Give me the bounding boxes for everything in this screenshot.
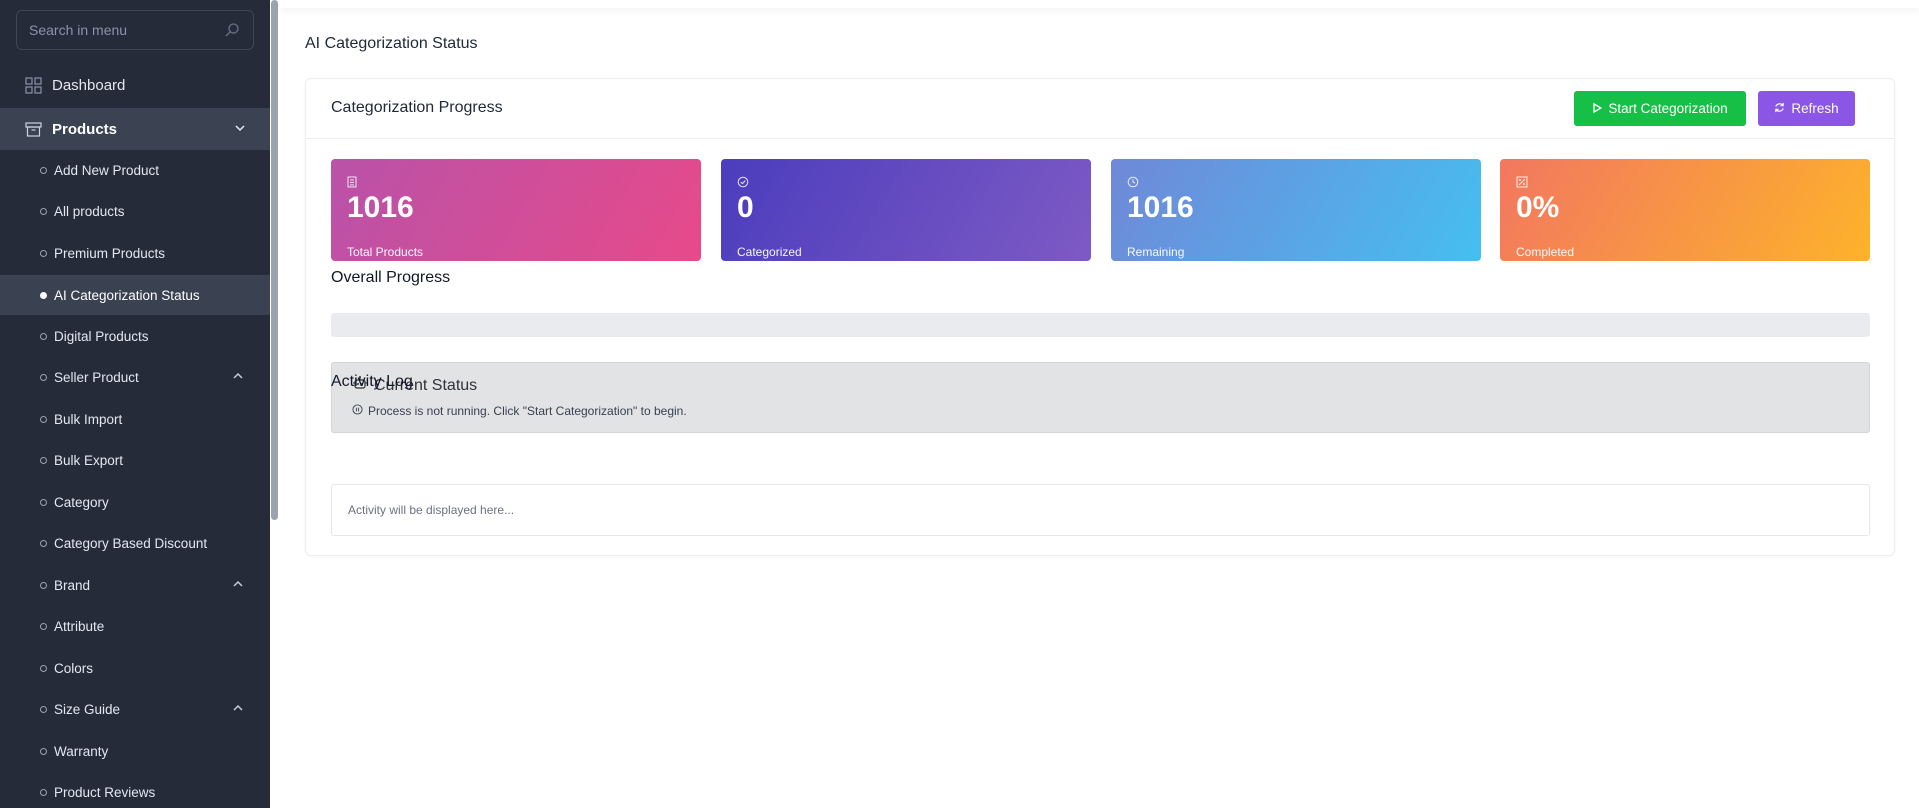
clock-icon	[1127, 175, 1139, 188]
sidebar-item-label: Category Based Discount	[54, 535, 208, 551]
sidebar-item-label: Products	[52, 120, 118, 138]
card-title: Categorization Progress	[331, 99, 503, 116]
categorization-card: Categorization Progress Start Categoriza…	[305, 78, 1895, 556]
top-bar	[280, 0, 1919, 8]
dashboard-grid-icon	[24, 76, 42, 94]
stat-card-remaining: 1016 Remaining	[1111, 159, 1481, 261]
bullet-icon	[40, 581, 47, 589]
sidebar-item-product-reviews[interactable]: Product Reviews	[0, 772, 270, 808]
sidebar: Dashboard Products Add New Product All p…	[0, 0, 270, 808]
sidebar-item-dashboard[interactable]: Dashboard	[0, 64, 270, 106]
percent-icon	[1516, 175, 1528, 188]
chevron-up-icon	[232, 578, 244, 593]
sidebar-item-label: All products	[54, 203, 125, 219]
stat-label: Remaining	[1127, 245, 1185, 259]
sidebar-item-label: Add New Product	[54, 162, 160, 178]
check-circle-icon	[737, 175, 749, 188]
bullet-icon	[40, 291, 47, 299]
status-message-row: Process is not running. Click "Start Cat…	[352, 404, 687, 418]
stat-value: 0%	[1516, 191, 1560, 224]
overall-progress-title: Overall Progress	[331, 269, 451, 286]
sidebar-item-size-guide[interactable]: Size Guide	[0, 689, 270, 729]
bullet-icon	[40, 539, 47, 547]
bullet-icon	[40, 788, 47, 796]
sidebar-item-add-new-product[interactable]: Add New Product	[0, 150, 270, 190]
activity-log-title: Activity Log	[331, 373, 413, 390]
sidebar-item-label: Bulk Export	[54, 452, 124, 468]
sidebar-item-label: Brand	[54, 577, 91, 593]
chevron-up-icon	[232, 702, 244, 717]
bullet-icon	[40, 705, 47, 713]
bullet-icon	[40, 249, 47, 257]
sidebar-item-label: Premium Products	[54, 245, 166, 261]
sidebar-item-label: Digital Products	[54, 328, 149, 344]
bullet-icon	[40, 207, 47, 215]
button-label: Start Categorization	[1608, 101, 1728, 116]
sidebar-item-label: Category	[54, 494, 109, 510]
play-icon	[1592, 101, 1603, 116]
sidebar-item-digital-products[interactable]: Digital Products	[0, 316, 270, 356]
stat-label: Completed	[1516, 245, 1575, 259]
bullet-icon	[40, 332, 47, 340]
sidebar-item-ai-categorization-status[interactable]: AI Categorization Status	[0, 275, 270, 315]
sidebar-item-all-products[interactable]: All products	[0, 191, 270, 231]
pause-circle-icon	[352, 404, 363, 418]
card-header: Categorization Progress Start Categoriza…	[306, 79, 1894, 139]
bullet-icon	[40, 415, 47, 423]
chevron-up-icon	[232, 370, 244, 385]
sidebar-item-label: Product Reviews	[54, 784, 156, 800]
stat-value: 0	[737, 191, 754, 224]
stat-value: 1016	[1127, 191, 1194, 224]
bullet-icon	[40, 622, 47, 630]
sidebar-item-label: Seller Product	[54, 369, 139, 385]
sidebar-item-category[interactable]: Category	[0, 482, 270, 522]
stat-label: Total Products	[347, 245, 424, 259]
sidebar-item-products[interactable]: Products	[0, 108, 270, 150]
sidebar-scrollbar[interactable]	[271, 0, 278, 520]
sidebar-item-colors[interactable]: Colors	[0, 648, 270, 688]
refresh-button[interactable]: Refresh	[1758, 91, 1855, 126]
list-icon	[347, 175, 359, 188]
sidebar-item-label: Warranty	[54, 743, 109, 759]
sidebar-item-premium-products[interactable]: Premium Products	[0, 233, 270, 273]
sidebar-item-bulk-export[interactable]: Bulk Export	[0, 440, 270, 480]
stat-card-categorized: 0 Categorized	[721, 159, 1091, 261]
bullet-icon	[40, 498, 47, 506]
chevron-down-icon	[234, 121, 246, 138]
bullet-icon	[40, 373, 47, 381]
sidebar-item-label: Size Guide	[54, 701, 121, 717]
sidebar-item-category-based-discount[interactable]: Category Based Discount	[0, 523, 270, 563]
sidebar-item-seller-product[interactable]: Seller Product	[0, 357, 270, 397]
bullet-icon	[40, 456, 47, 464]
refresh-icon	[1774, 101, 1785, 116]
sidebar-item-brand[interactable]: Brand	[0, 565, 270, 605]
bullet-icon	[40, 166, 47, 174]
bullet-icon	[40, 664, 47, 672]
sidebar-item-label: Dashboard	[52, 76, 126, 94]
stat-value: 1016	[347, 191, 414, 224]
button-label: Refresh	[1791, 101, 1839, 116]
status-message: Process is not running. Click "Start Cat…	[368, 404, 687, 418]
page-title: AI Categorization Status	[305, 35, 478, 52]
activity-log-box[interactable]: Activity will be displayed here...	[331, 484, 1870, 536]
sidebar-item-label: AI Categorization Status	[54, 287, 200, 303]
overall-progress-bar	[331, 313, 1870, 337]
box-icon	[24, 120, 42, 138]
stat-label: Categorized	[737, 245, 802, 259]
search-icon[interactable]	[223, 21, 241, 39]
start-categorization-button[interactable]: Start Categorization	[1574, 91, 1746, 126]
stat-card-total-products: 1016 Total Products	[331, 159, 701, 261]
sidebar-item-label: Colors	[54, 660, 94, 676]
sidebar-item-warranty[interactable]: Warranty	[0, 731, 270, 771]
search-input[interactable]	[29, 22, 223, 38]
sidebar-item-label: Attribute	[54, 618, 105, 634]
stat-card-completed: 0% Completed	[1500, 159, 1870, 261]
sidebar-item-bulk-import[interactable]: Bulk Import	[0, 399, 270, 439]
sidebar-search[interactable]	[16, 10, 254, 50]
sidebar-item-attribute[interactable]: Attribute	[0, 606, 270, 646]
sidebar-item-label: Bulk Import	[54, 411, 123, 427]
activity-log-placeholder: Activity will be displayed here...	[348, 503, 515, 517]
current-status-box: Current Status Process is not running. C…	[331, 362, 1870, 433]
bullet-icon	[40, 747, 47, 755]
